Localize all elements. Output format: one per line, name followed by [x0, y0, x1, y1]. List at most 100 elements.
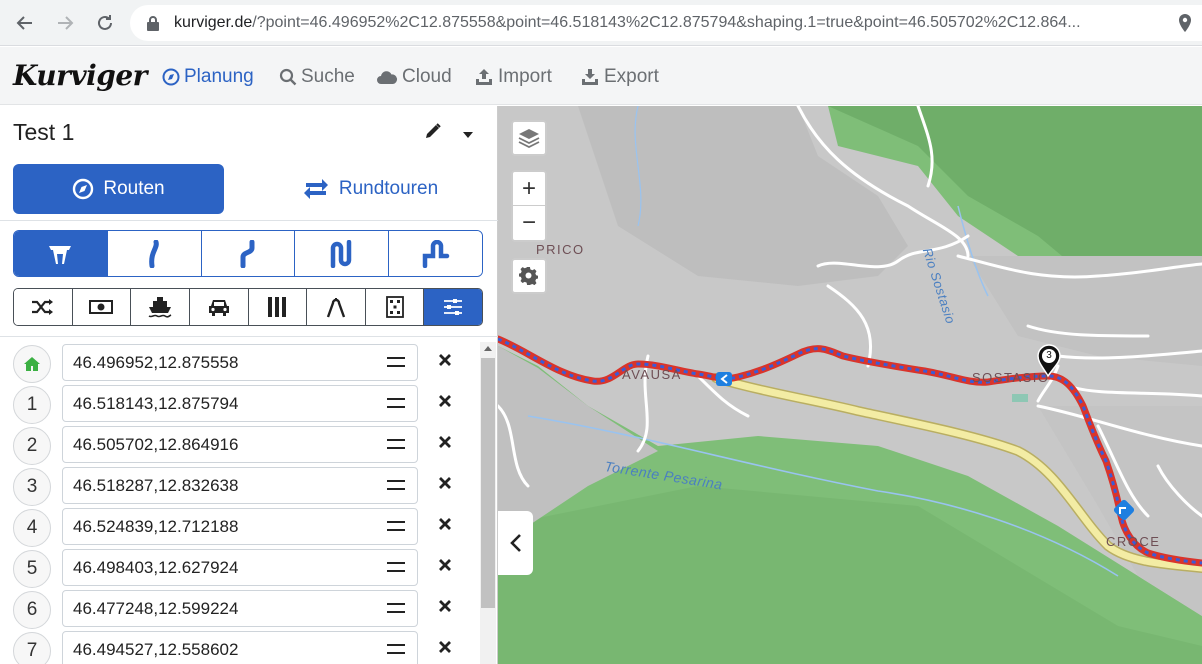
close-icon	[439, 477, 451, 489]
browser-toolbar: kurviger.de/?point=46.496952%2C12.875558…	[0, 0, 1202, 46]
arrow-left-icon	[16, 16, 32, 30]
road-curve-icon	[240, 239, 255, 268]
remove-waypoint-button[interactable]	[438, 353, 452, 372]
menu-suche[interactable]: Suche	[279, 66, 355, 88]
option-curvy-4[interactable]	[389, 231, 482, 276]
option-curvy-2[interactable]	[201, 231, 296, 276]
curviness-selector	[13, 230, 483, 277]
option-random[interactable]	[14, 289, 73, 325]
drag-handle-icon[interactable]	[387, 439, 405, 449]
option-fastest[interactable]	[14, 231, 108, 276]
drag-handle-icon[interactable]	[387, 562, 405, 572]
rundtouren-button[interactable]: Rundtouren	[270, 164, 470, 214]
waypoint-marker-number[interactable]: 3	[1043, 350, 1055, 361]
map-label-sostasio: SOSTASIO	[972, 370, 1050, 385]
waypoint-number[interactable]: 7	[13, 632, 51, 664]
waypoint-input[interactable]: 46.524839,12.712188	[62, 508, 418, 545]
waypoint-number[interactable]: 5	[13, 550, 51, 588]
remove-waypoint-button[interactable]	[438, 394, 452, 413]
remove-waypoint-button[interactable]	[438, 640, 452, 659]
drag-handle-icon[interactable]	[387, 357, 405, 367]
zoom-out-button[interactable]: −	[513, 206, 545, 240]
option-curvy-1[interactable]	[107, 231, 202, 276]
waypoint-input[interactable]: 46.518143,12.875794	[62, 385, 418, 422]
dice-icon	[385, 296, 404, 318]
drag-handle-icon[interactable]	[387, 480, 405, 490]
drag-handle-icon[interactable]	[387, 603, 405, 613]
waypoint-row: 2 46.505702,12.864916	[0, 424, 480, 465]
caret-down-icon[interactable]	[462, 126, 474, 144]
download-icon	[582, 69, 598, 85]
ferry-icon	[148, 297, 172, 318]
app-header: Kurviger Planung Suche Cloud Import Expo…	[0, 47, 1202, 105]
routen-button[interactable]: Routen	[13, 164, 224, 214]
map-label-avausa: AVAUSA	[622, 367, 682, 382]
scroll-up-arrow-icon[interactable]	[484, 346, 492, 351]
map-canvas	[498, 106, 1202, 664]
remove-waypoint-button[interactable]	[438, 435, 452, 454]
waypoint-number[interactable]: 2	[13, 427, 51, 465]
map-view[interactable]: 3 PRICO AVAUSA SOSTASIO CROCE Rio Sostas…	[498, 106, 1202, 664]
option-toll[interactable]	[72, 289, 132, 325]
drag-handle-icon[interactable]	[387, 644, 405, 654]
waypoint-input[interactable]: 46.498403,12.627924	[62, 549, 418, 586]
road-slight-curve-icon	[149, 239, 159, 268]
menu-export[interactable]: Export	[580, 66, 659, 88]
drag-handle-icon[interactable]	[387, 521, 405, 531]
waypoint-number[interactable]: 4	[13, 509, 51, 547]
home-marker[interactable]	[13, 345, 51, 383]
menu-cloud[interactable]: Cloud	[376, 66, 452, 88]
reload-button[interactable]	[90, 8, 120, 38]
menu-planung[interactable]: Planung	[162, 66, 254, 88]
back-button[interactable]	[10, 8, 40, 38]
option-settings-sliders[interactable]	[424, 289, 482, 325]
remove-waypoint-button[interactable]	[438, 558, 452, 577]
option-ferry[interactable]	[131, 289, 190, 325]
upload-icon	[476, 69, 492, 85]
menu-import[interactable]: Import	[474, 66, 552, 88]
kurviger-logo[interactable]: Kurviger	[13, 59, 147, 92]
waypoint-input[interactable]: 46.477248,12.599224	[62, 590, 418, 627]
round-trip-icon	[303, 179, 328, 199]
option-dice[interactable]	[365, 289, 425, 325]
chevron-left-icon	[509, 534, 521, 552]
option-curvy-3[interactable]	[295, 231, 390, 276]
option-car[interactable]	[189, 289, 249, 325]
zoom-in-button[interactable]: +	[513, 172, 545, 206]
address-bar[interactable]: kurviger.de/?point=46.496952%2C12.875558…	[130, 5, 1202, 41]
waypoint-number[interactable]: 6	[13, 591, 51, 629]
waypoint-number[interactable]: 1	[13, 386, 51, 424]
waypoint-input[interactable]: 46.494527,12.558602	[62, 631, 418, 664]
close-icon	[439, 436, 451, 448]
drag-handle-icon[interactable]	[387, 398, 405, 408]
remove-waypoint-button[interactable]	[438, 476, 452, 495]
car-icon	[208, 300, 229, 316]
map-settings-button[interactable]	[511, 258, 547, 294]
pencil-icon[interactable]	[424, 122, 442, 145]
layers-icon	[518, 129, 540, 148]
tour-title[interactable]: Test 1	[13, 119, 74, 146]
waypoint-input[interactable]: 46.505702,12.864916	[62, 426, 418, 463]
location-pin-icon[interactable]	[1178, 14, 1192, 37]
reload-icon	[98, 15, 112, 30]
scrollbar-thumb[interactable]	[481, 358, 495, 608]
road-very-winding-icon	[422, 239, 449, 268]
option-narrow[interactable]	[307, 289, 366, 325]
search-icon	[279, 68, 297, 86]
waypoint-number[interactable]: 3	[13, 468, 51, 506]
waypoint-row: 4 46.524839,12.712188	[0, 506, 480, 547]
divider	[0, 336, 498, 337]
option-unpaved[interactable]	[248, 289, 308, 325]
waypoint-input[interactable]: 46.496952,12.875558	[62, 344, 418, 381]
compass-icon	[162, 68, 180, 86]
collapse-sidebar-button[interactable]	[498, 511, 533, 575]
remove-waypoint-button[interactable]	[438, 599, 452, 618]
road-surface-icon	[268, 297, 287, 317]
narrow-road-icon	[326, 298, 346, 318]
waypoint-row: 5 46.498403,12.627924	[0, 547, 480, 588]
waypoint-input[interactable]: 46.518287,12.832638	[62, 467, 418, 504]
layers-button[interactable]	[511, 120, 547, 156]
url-text: kurviger.de/?point=46.496952%2C12.875558…	[174, 14, 1081, 31]
remove-waypoint-button[interactable]	[438, 517, 452, 536]
forward-button[interactable]	[50, 8, 80, 38]
